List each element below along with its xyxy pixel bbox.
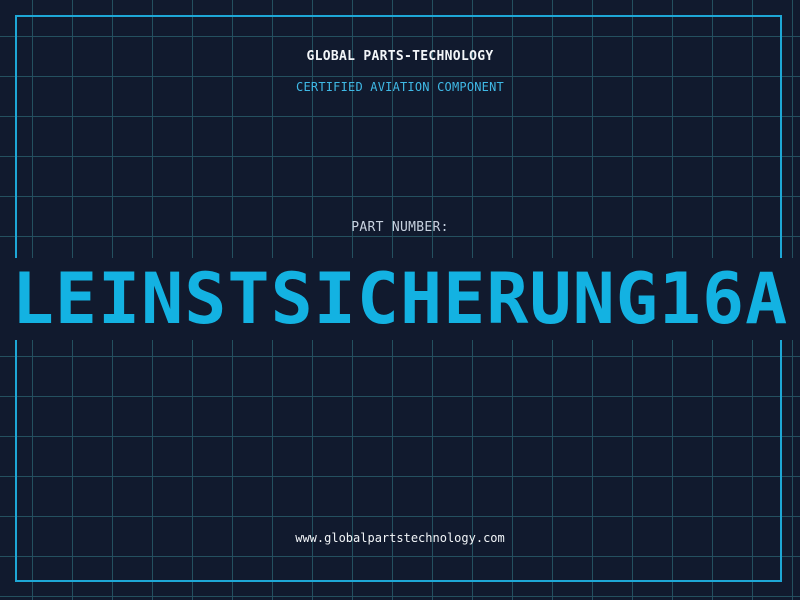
- certification-subtitle: CERTIFIED AVIATION COMPONENT: [296, 80, 504, 94]
- part-number-value: LEINSTSICHERUNG16A: [11, 258, 789, 340]
- part-number-label: PART NUMBER:: [351, 220, 449, 235]
- part-label-screen: GLOBAL PARTS-TECHNOLOGY CERTIFIED AVIATI…: [0, 0, 800, 600]
- brand-title: GLOBAL PARTS-TECHNOLOGY: [306, 49, 494, 64]
- part-number-band: LEINSTSICHERUNG16A: [0, 258, 800, 340]
- website-url: www.globalpartstechnology.com: [295, 531, 505, 545]
